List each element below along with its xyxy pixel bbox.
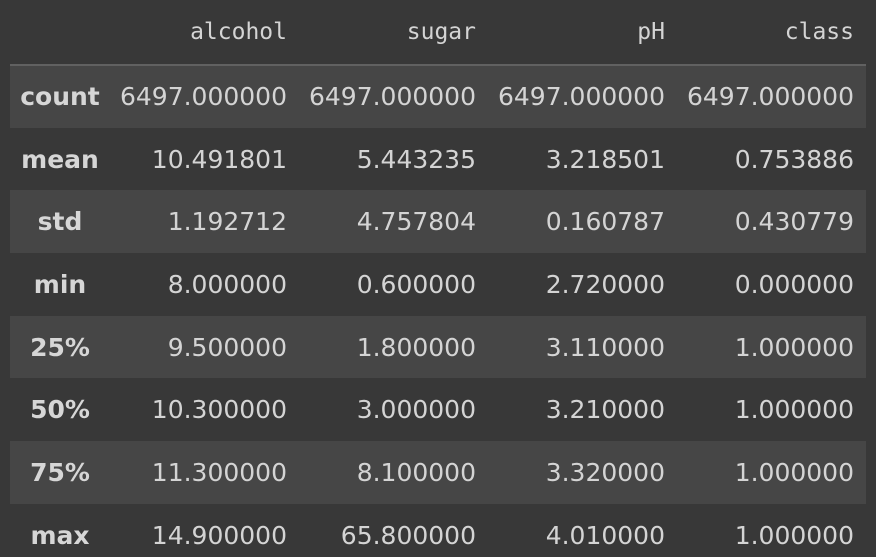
table-cell: 8.100000 [356, 457, 476, 487]
table-cell: 4.010000 [545, 520, 665, 550]
table-body: count 6497.000000 6497.000000 6497.00000… [10, 65, 866, 557]
table-cell: 3.210000 [545, 395, 665, 425]
row-label: 75% [30, 457, 90, 487]
row-label: mean [21, 144, 99, 174]
table-row-50pct: 50% 10.300000 3.000000 3.210000 1.000000 [10, 378, 866, 442]
table-row-25pct: 25% 9.500000 1.800000 3.110000 1.000000 [10, 315, 866, 379]
table-cell: 6497.000000 [497, 82, 665, 112]
table-header: alcohol sugar pH class [10, 0, 866, 66]
table-cell: 3.000000 [356, 395, 476, 425]
describe-table: alcohol sugar pH class count 6497.000000… [10, 0, 866, 557]
table-cell: 5.443235 [356, 144, 476, 174]
table-cell: 3.320000 [545, 457, 665, 487]
table-cell: 4.757804 [356, 207, 476, 237]
table-cell: 0.600000 [356, 269, 476, 299]
row-label: 25% [30, 332, 90, 362]
table-row-min: min 8.000000 0.600000 2.720000 0.000000 [10, 253, 866, 316]
table-cell: 1.000000 [734, 520, 854, 550]
table-row-mean: mean 10.491801 5.443235 3.218501 0.75388… [10, 127, 866, 191]
dataframe-output: alcohol sugar pH class count 6497.000000… [0, 0, 876, 557]
table-cell: 11.300000 [151, 457, 287, 487]
table-cell: 65.800000 [340, 520, 476, 550]
table-row-max: max 14.900000 65.800000 4.010000 1.00000… [10, 503, 866, 557]
table-cell: 10.300000 [151, 395, 287, 425]
column-header-class: class [677, 0, 866, 66]
table-cell: 1.800000 [356, 332, 476, 362]
table-cell: 3.218501 [545, 144, 665, 174]
table-row-std: std 1.192712 4.757804 0.160787 0.430779 [10, 190, 866, 254]
table-cell: 8.000000 [167, 269, 287, 299]
table-cell: 3.110000 [545, 332, 665, 362]
table-cell: 0.430779 [734, 207, 854, 237]
column-header-alcohol: alcohol [110, 0, 299, 66]
table-row-75pct: 75% 11.300000 8.100000 3.320000 1.000000 [10, 441, 866, 504]
index-header [10, 0, 110, 66]
table-cell: 1.000000 [734, 395, 854, 425]
row-label: std [37, 207, 83, 237]
row-label: 50% [30, 395, 90, 425]
column-header-ph: pH [488, 0, 677, 66]
table-cell: 6497.000000 [686, 82, 854, 112]
table-cell: 1.000000 [734, 332, 854, 362]
table-cell: 6497.000000 [308, 82, 476, 112]
row-label: min [33, 269, 87, 299]
row-label: max [30, 520, 90, 550]
table-cell: 10.491801 [151, 144, 287, 174]
table-cell: 1.000000 [734, 457, 854, 487]
column-header-sugar: sugar [299, 0, 488, 66]
table-cell: 0.000000 [734, 269, 854, 299]
table-cell: 1.192712 [167, 207, 287, 237]
row-label: count [20, 82, 100, 112]
table-row-count: count 6497.000000 6497.000000 6497.00000… [10, 65, 866, 128]
table-cell: 0.160787 [545, 207, 665, 237]
table-cell: 9.500000 [167, 332, 287, 362]
table-cell: 2.720000 [545, 269, 665, 299]
table-cell: 0.753886 [734, 144, 854, 174]
header-row: alcohol sugar pH class [10, 0, 866, 66]
table-cell: 6497.000000 [119, 82, 287, 112]
table-cell: 14.900000 [151, 520, 287, 550]
